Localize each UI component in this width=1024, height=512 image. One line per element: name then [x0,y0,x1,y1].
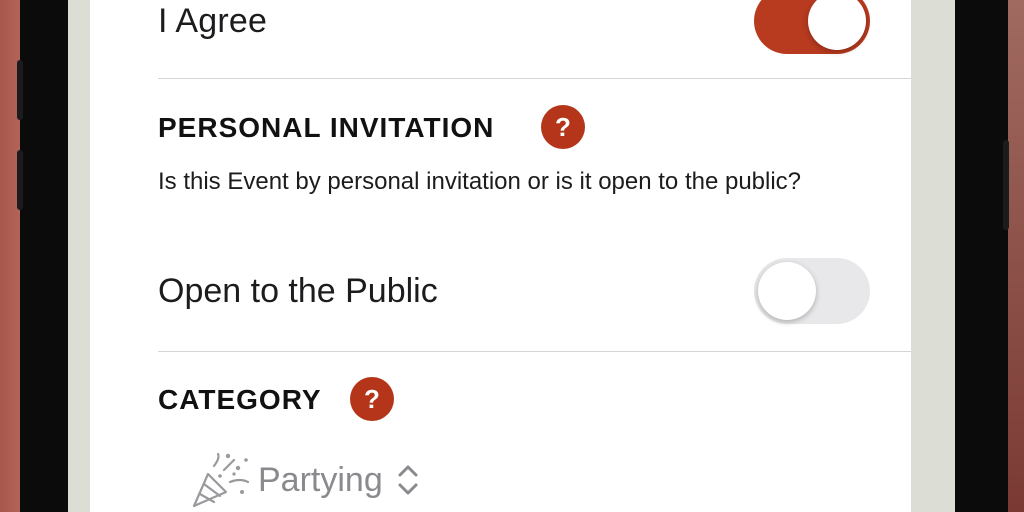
personal-invitation-title: PERSONAL INVITATION [158,112,495,143]
side-button [17,60,23,120]
personal-invitation-description: Is this Event by personal invitation or … [158,168,802,195]
toggle-knob [808,0,866,50]
side-button [17,150,23,210]
toggle-knob [758,262,816,320]
party-popper-icon [192,452,250,508]
personal-invitation-help-icon[interactable]: ? [541,105,585,149]
category-value: Partying [258,460,383,499]
agree-label: I Agree [158,2,268,40]
agree-toggle[interactable] [754,0,870,54]
chevron-up-down-icon [398,465,418,495]
divider [158,351,911,352]
open-to-public-label: Open to the Public [158,272,438,310]
form-panel [90,0,911,512]
category-title: CATEGORY [158,384,322,415]
category-picker[interactable]: Partying [190,452,421,508]
open-to-public-toggle[interactable] [754,258,870,324]
divider [158,78,911,79]
side-button [1003,140,1009,230]
category-help-icon[interactable]: ? [350,377,394,421]
